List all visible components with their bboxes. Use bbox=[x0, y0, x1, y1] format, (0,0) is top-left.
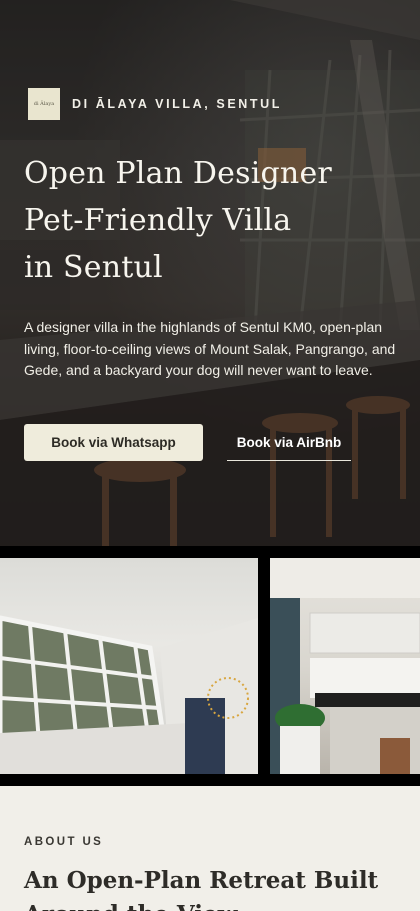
bedroom-photo[interactable] bbox=[0, 558, 258, 774]
bedroom-illustration bbox=[0, 615, 258, 774]
brand[interactable]: di Ālaya DI ĀLAYA VILLA, SENTUL bbox=[28, 88, 282, 120]
hero-title-line: in Sentul bbox=[24, 250, 163, 285]
book-airbnb-button[interactable]: Book via AirBnb bbox=[227, 424, 351, 461]
kitchen-illustration bbox=[270, 558, 420, 774]
photo-gallery bbox=[0, 546, 420, 786]
hero-section: di Ālaya DI ĀLAYA VILLA, SENTUL Open Pla… bbox=[0, 0, 420, 546]
hero-title-line: Pet-Friendly Villa bbox=[24, 203, 292, 238]
about-section: ABOUT US An Open-Plan Retreat Built Arou… bbox=[0, 786, 420, 911]
brand-name: DI ĀLAYA VILLA, SENTUL bbox=[72, 97, 282, 111]
about-label: ABOUT US bbox=[24, 836, 104, 848]
hero-title: Open Plan Designer Pet-Friendly Villa in… bbox=[24, 150, 384, 291]
hero-title-line: Open Plan Designer bbox=[24, 156, 332, 191]
hero-description: A designer villa in the highlands of Sen… bbox=[24, 319, 396, 378]
kitchen-photo[interactable] bbox=[270, 558, 420, 774]
about-title: An Open-Plan Retreat Built Around the Vi… bbox=[24, 867, 379, 911]
book-whatsapp-button[interactable]: Book via Whatsapp bbox=[24, 424, 203, 461]
brand-logo: di Ālaya bbox=[28, 88, 60, 120]
